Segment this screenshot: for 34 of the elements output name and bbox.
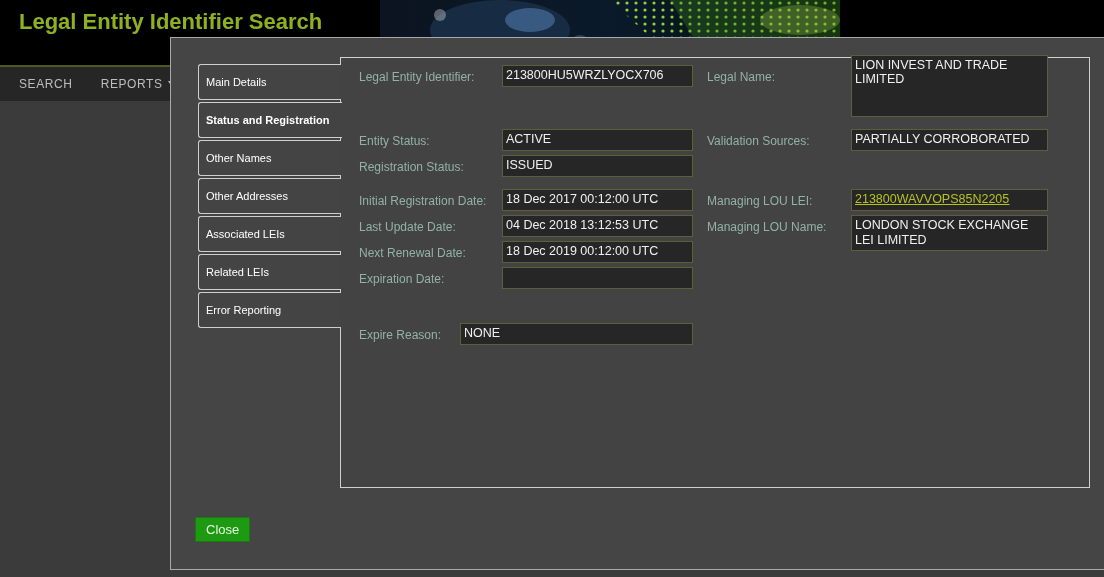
- field-label: Managing LOU LEI:: [707, 193, 814, 208]
- field-label: Registration Status:: [359, 159, 465, 174]
- tab[interactable]: Main Details: [198, 64, 341, 100]
- lou-lei-link[interactable]: 213800WAVVOPS85N2205: [855, 192, 1010, 206]
- text-field[interactable]: [502, 267, 693, 289]
- tab[interactable]: Other Addresses: [198, 178, 341, 214]
- field-label: Initial Registration Date:: [359, 193, 488, 208]
- tab[interactable]: Other Names: [198, 140, 341, 176]
- field-label: Next Renewal Date:: [359, 245, 467, 260]
- app-title: Legal Entity Identifier Search: [19, 9, 323, 35]
- field-label: Managing LOU Name:: [707, 219, 828, 234]
- lei-field[interactable]: 213800WAVVOPS85N2205: [851, 189, 1048, 211]
- text-field[interactable]: NONE: [460, 323, 693, 345]
- nav-menu-item[interactable]: SEARCH: [19, 77, 73, 91]
- field-label: Legal Name:: [707, 69, 777, 84]
- text-field[interactable]: 18 Dec 2019 00:12:00 UTC: [502, 241, 693, 263]
- text-field[interactable]: ISSUED: [502, 155, 693, 177]
- text-field[interactable]: 04 Dec 2018 13:12:53 UTC: [502, 215, 693, 237]
- text-area-field[interactable]: LION INVEST AND TRADE LIMITED: [851, 55, 1048, 117]
- text-field[interactable]: 18 Dec 2017 00:12:00 UTC: [502, 189, 693, 211]
- tab[interactable]: Error Reporting: [198, 292, 341, 328]
- field-label: Expire Reason:: [359, 327, 443, 342]
- tab[interactable]: Status and Registration: [198, 102, 342, 138]
- tab[interactable]: Related LEIs: [198, 254, 341, 290]
- field-label: Expiration Date:: [359, 271, 446, 286]
- text-area-field[interactable]: LONDON STOCK EXCHANGE LEI LIMITED: [851, 215, 1048, 251]
- tab[interactable]: Associated LEIs: [198, 216, 341, 252]
- text-field[interactable]: 213800HU5WRZLYOCX706: [502, 65, 693, 87]
- field-label: Entity Status:: [359, 133, 431, 148]
- field-label: Last Update Date:: [359, 219, 457, 234]
- text-field[interactable]: PARTIALLY CORROBORATED: [851, 129, 1048, 151]
- field-label: Validation Sources:: [707, 133, 811, 148]
- field-label: Legal Entity Identifier:: [359, 69, 476, 84]
- text-field[interactable]: ACTIVE: [502, 129, 693, 151]
